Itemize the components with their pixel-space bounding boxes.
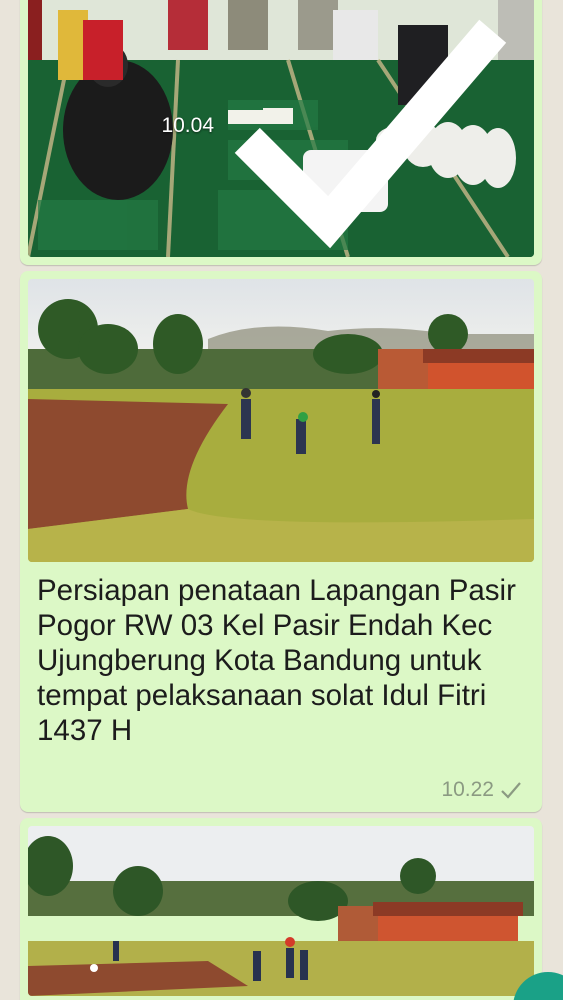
- message-meta: 10.04: [161, 4, 520, 249]
- message-meta: 10.22: [441, 778, 522, 802]
- message-time: 10.22: [441, 778, 494, 801]
- message-bubble-photo-captioned[interactable]: Persiapan penataan Lapangan Pasir Pogor …: [20, 271, 542, 812]
- check-icon: [234, 19, 507, 248]
- message-photo[interactable]: 10.04: [28, 0, 534, 257]
- field-wide-image: [28, 826, 534, 996]
- message-bubble-photo-1[interactable]: 10.04: [20, 0, 542, 265]
- check-icon: [501, 782, 521, 799]
- message-bubble-photo-3[interactable]: [20, 818, 542, 1000]
- chat-scroll-area[interactable]: 10.04 Persiapan penataan Lapangan Pasir …: [0, 0, 563, 1000]
- message-photo[interactable]: [28, 826, 534, 996]
- message-time: 10.04: [161, 114, 215, 138]
- message-photo[interactable]: [28, 279, 534, 562]
- field-preparation-image: [28, 279, 534, 562]
- message-caption: Persiapan penataan Lapangan Pasir Pogor …: [37, 574, 516, 747]
